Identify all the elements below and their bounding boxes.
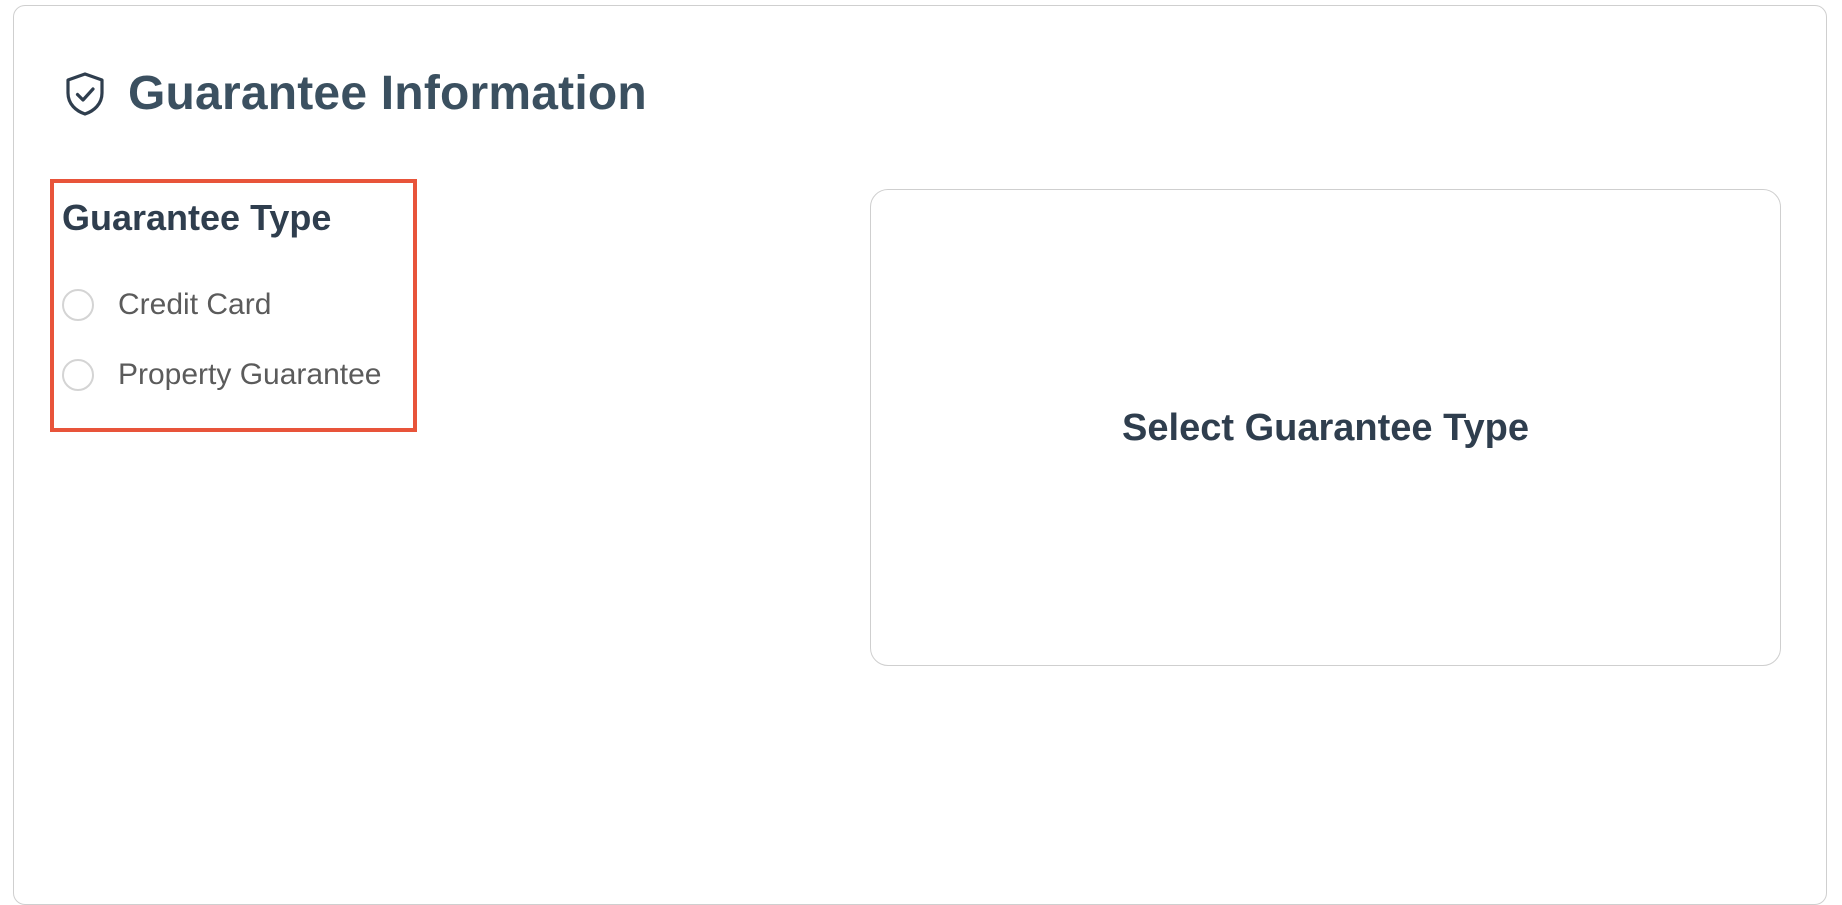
radio-option-credit-card[interactable]: Credit Card [62, 288, 271, 322]
shield-check-icon [64, 71, 106, 117]
section-header: Guarantee Information [64, 66, 647, 122]
radio-button[interactable] [62, 359, 94, 391]
radio-button[interactable] [62, 289, 94, 321]
radio-option-property-guarantee[interactable]: Property Guarantee [62, 358, 381, 392]
radio-label[interactable]: Property Guarantee [118, 358, 381, 392]
radio-label[interactable]: Credit Card [118, 288, 271, 322]
page-title: Guarantee Information [128, 67, 647, 120]
select-guarantee-type-placeholder: Select Guarantee Type [1122, 406, 1529, 449]
guarantee-detail-panel: Select Guarantee Type [870, 189, 1781, 666]
guarantee-type-label: Guarantee Type [62, 197, 332, 238]
